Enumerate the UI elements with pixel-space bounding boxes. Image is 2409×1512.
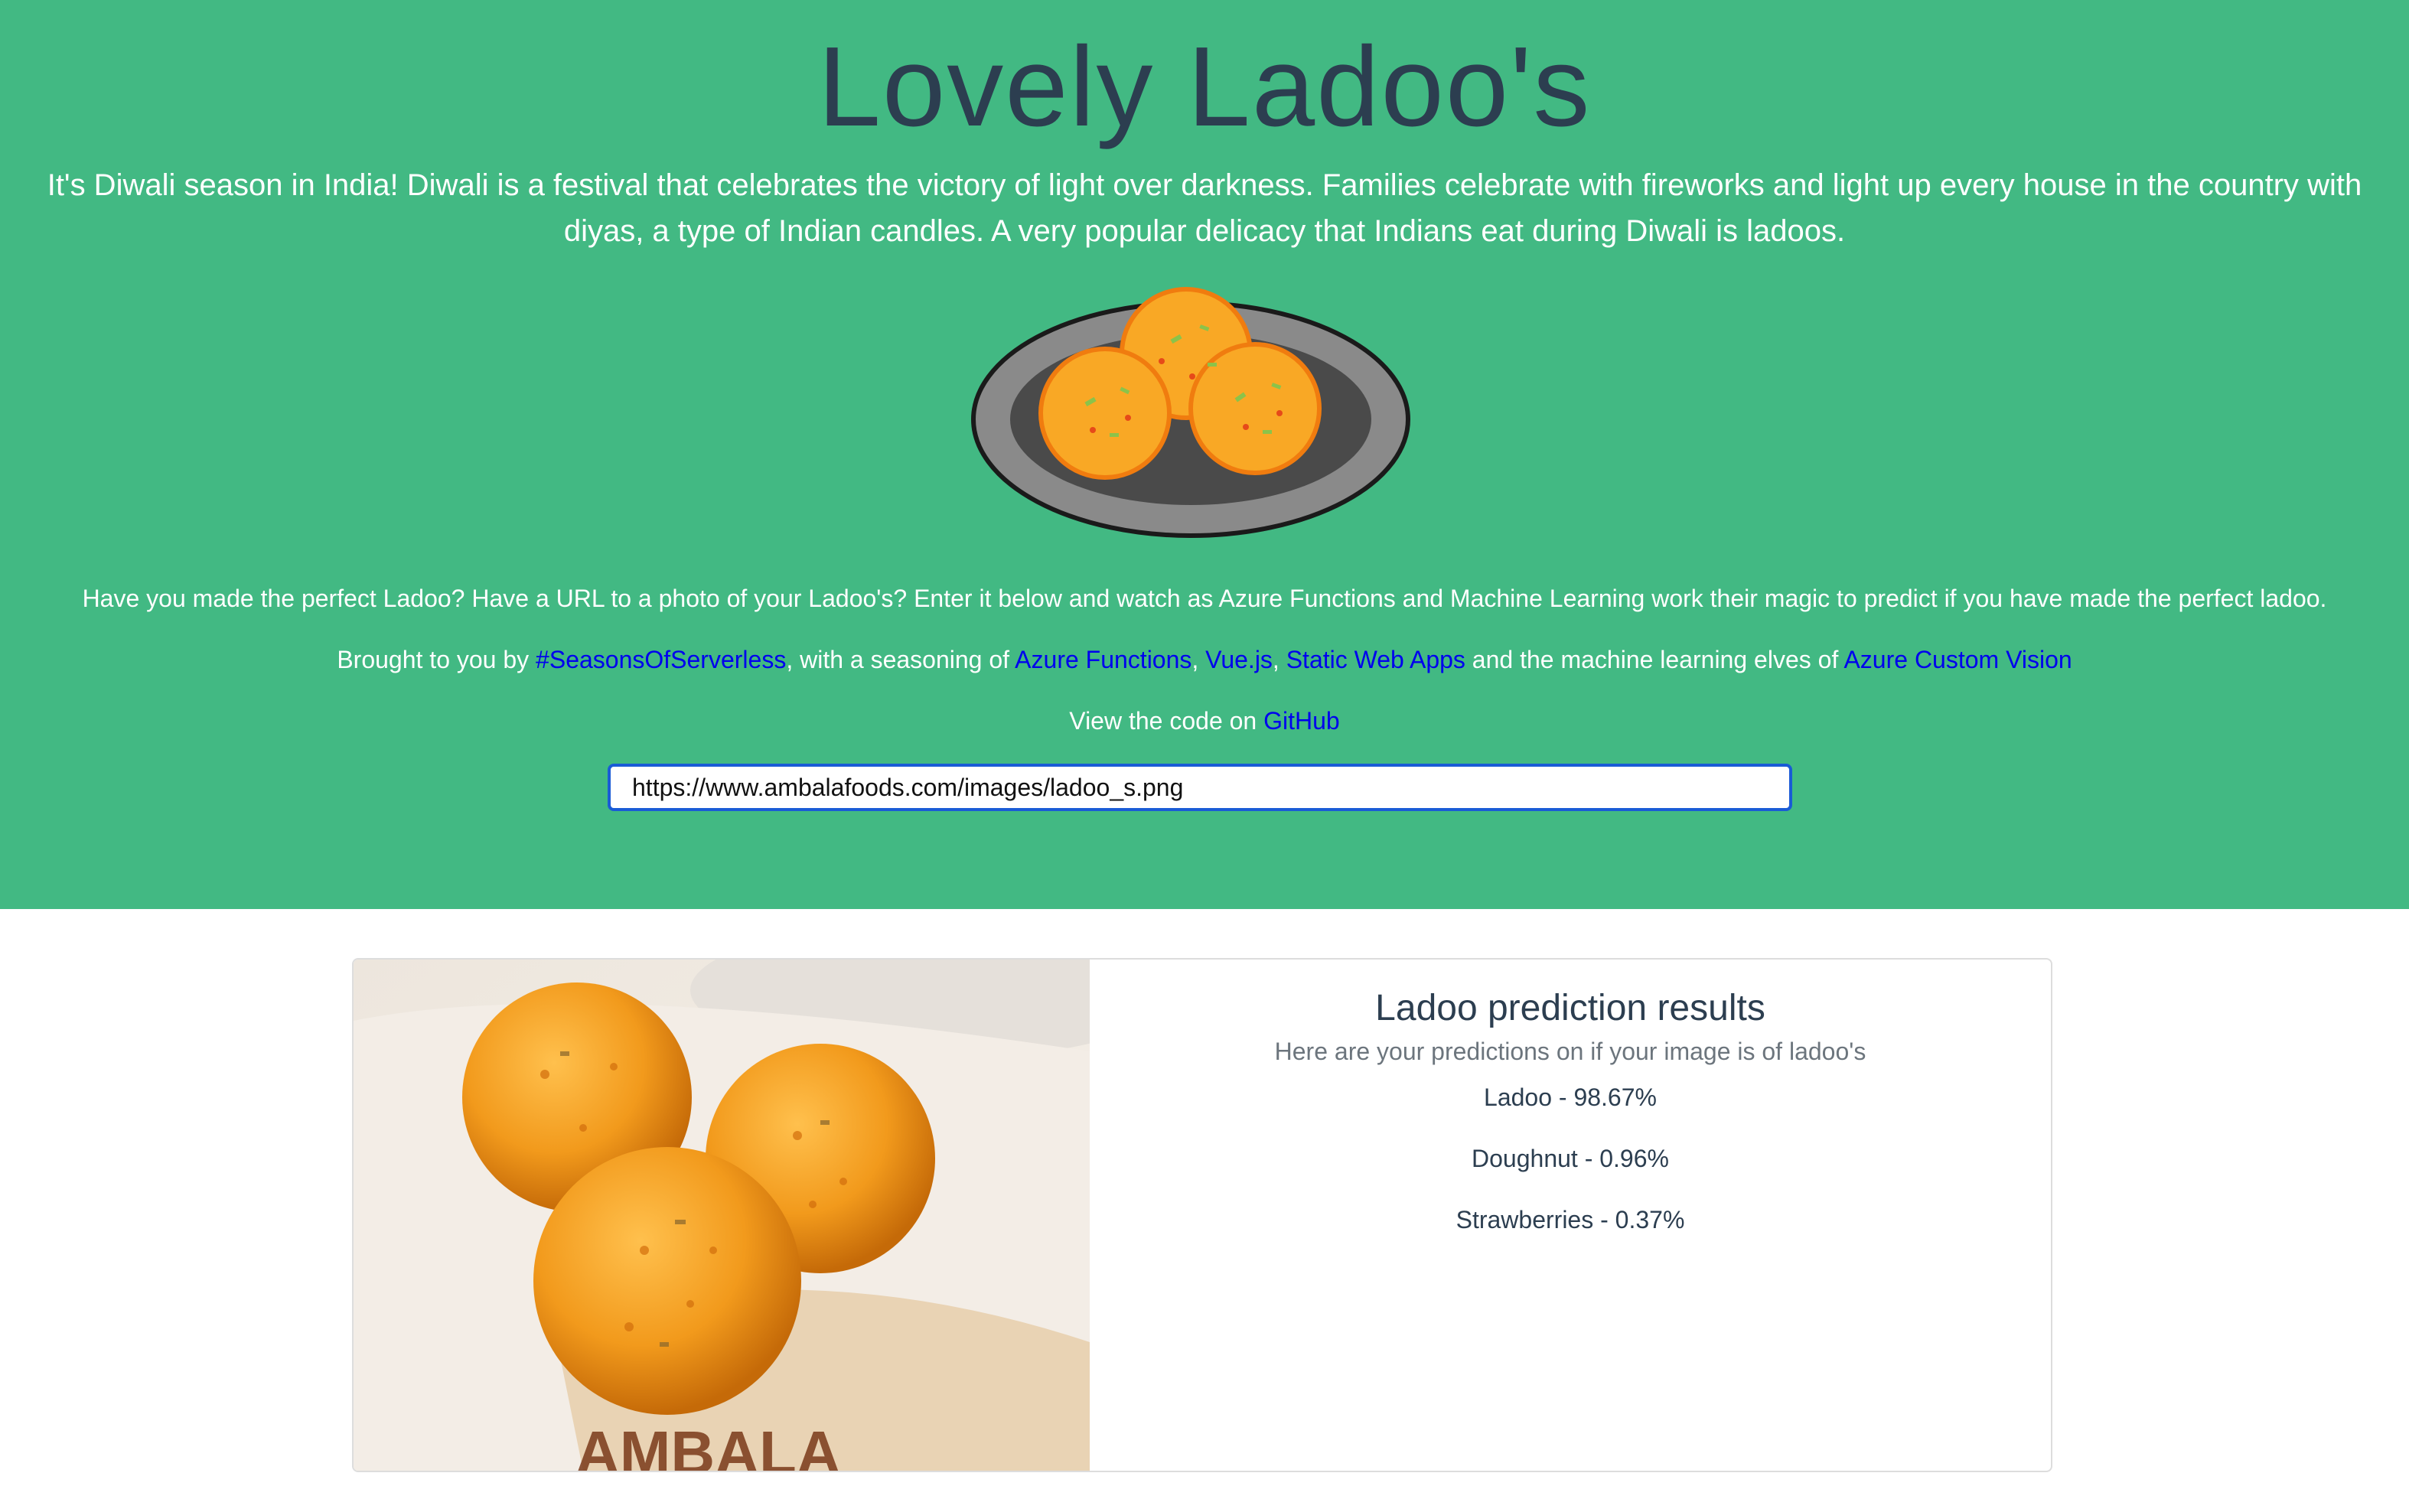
- image-url-input[interactable]: [608, 764, 1792, 811]
- hero-section: Lovely Ladoo's It's Diwali season in Ind…: [0, 0, 2409, 909]
- prediction-results-card: AMBALA Ladoo prediction results Here are…: [352, 958, 2052, 1472]
- page-title: Lovely Ladoo's: [817, 24, 1592, 150]
- github-line: View the code on GitHub: [0, 705, 2409, 736]
- github-link[interactable]: GitHub: [1263, 707, 1340, 735]
- prediction-item: Doughnut - 0.96%: [1472, 1145, 1669, 1172]
- azure-custom-vision-link[interactable]: Azure Custom Vision: [1843, 646, 2072, 673]
- azure-functions-link[interactable]: Azure Functions: [1015, 646, 1191, 673]
- intro-text: It's Diwali season in India! Diwali is a…: [47, 168, 2362, 248]
- ambala-brand-mark: AMBALA: [575, 1419, 841, 1471]
- credits-text: , with a seasoning of: [786, 646, 1015, 673]
- static-web-apps-link[interactable]: Static Web Apps: [1286, 646, 1465, 673]
- results-panel: Ladoo prediction results Here are your p…: [1090, 960, 2051, 1471]
- credits-text: and the machine learning elves of: [1465, 646, 1844, 673]
- vuejs-link[interactable]: Vue.js: [1205, 646, 1273, 673]
- credits-separator: ,: [1191, 646, 1206, 673]
- prediction-item: Strawberries - 0.37%: [1456, 1206, 1685, 1233]
- seasons-of-serverless-link[interactable]: #SeasonsOfServerless: [536, 646, 786, 673]
- prediction-item: Ladoo - 98.67%: [1484, 1083, 1657, 1111]
- credits-line: Brought to you by #SeasonsOfServerless, …: [0, 644, 2409, 675]
- credits-prefix: Brought to you by: [337, 646, 536, 673]
- results-title: Ladoo prediction results: [1375, 988, 1765, 1028]
- ladoo-photo: AMBALA: [354, 960, 1090, 1471]
- credits-separator: ,: [1272, 646, 1286, 673]
- github-prefix: View the code on: [1069, 707, 1264, 735]
- prompt-text: Have you made the perfect Ladoo? Have a …: [82, 585, 2327, 612]
- results-subtitle: Here are your predictions on if your ima…: [1274, 1038, 1866, 1065]
- ladoo-plate-illustration: [971, 287, 1410, 538]
